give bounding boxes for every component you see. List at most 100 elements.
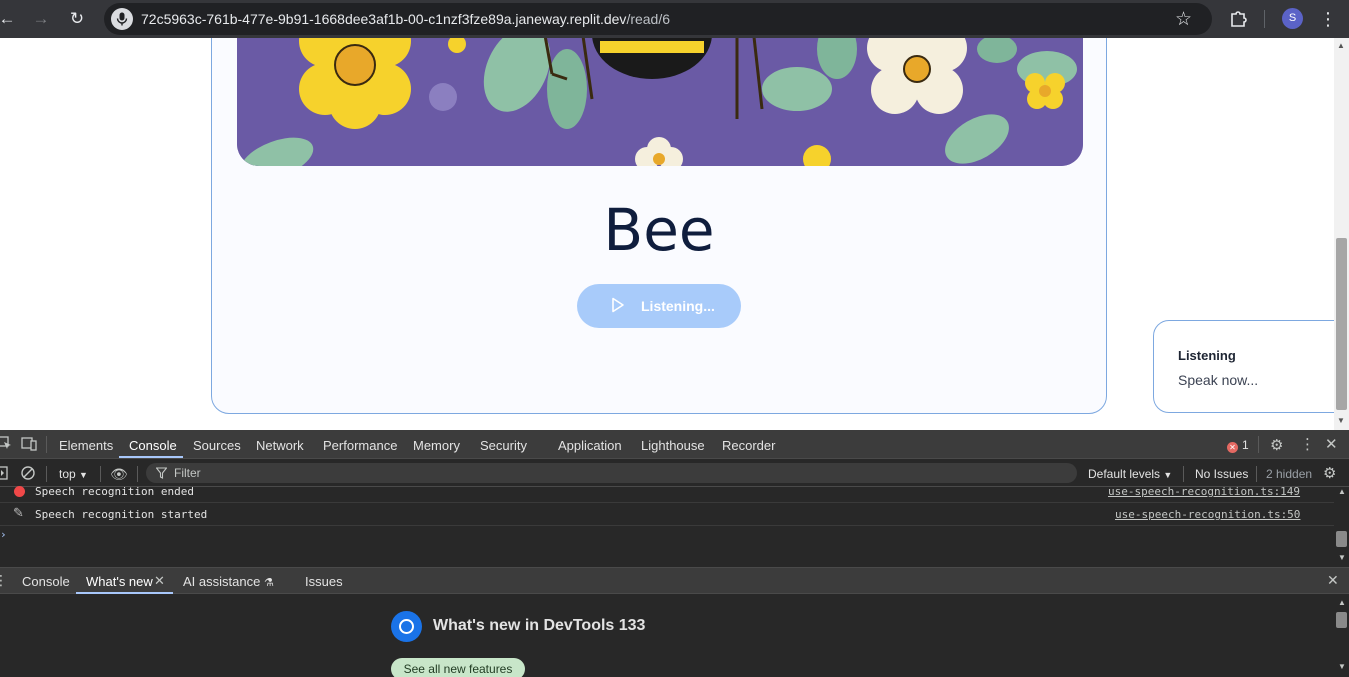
scroll-down-arrow[interactable]: ▼ <box>1338 662 1346 671</box>
tab-security[interactable]: Security <box>480 438 527 453</box>
listen-button[interactable]: Listening... <box>577 284 741 328</box>
hidden-count: 2 hidden <box>1266 467 1313 481</box>
back-icon[interactable]: ← <box>0 8 18 30</box>
chrome-logo-icon <box>391 611 422 642</box>
filter-input[interactable]: Filter <box>146 463 1077 483</box>
console-scrollbar[interactable]: ▲ ▼ <box>1334 487 1349 567</box>
toolbar-divider <box>1183 466 1184 482</box>
toolbar-divider <box>100 466 101 482</box>
tab-application[interactable]: Application <box>558 438 622 453</box>
filter-placeholder: Filter <box>174 466 201 480</box>
page-scrollbar[interactable]: ▲ ▼ <box>1334 38 1349 430</box>
bee-illustration <box>237 38 1083 166</box>
toolbar-divider <box>46 466 47 482</box>
toast-message: Speak now... <box>1178 372 1259 388</box>
toolbar-divider <box>137 466 138 482</box>
issues-link[interactable]: No Issues <box>1195 467 1248 481</box>
console-prompt-icon[interactable]: › <box>0 528 7 541</box>
play-icon <box>612 297 624 313</box>
drawer-tab-ai-assistance[interactable]: AI assistance ⚗ <box>183 574 274 589</box>
url-path: /read/6 <box>626 11 671 27</box>
close-devtools-icon[interactable]: ✕ <box>1325 435 1338 453</box>
tab-network[interactable]: Network <box>256 438 304 453</box>
error-dot-icon <box>14 486 25 497</box>
toolbar-divider <box>1256 466 1257 482</box>
inspect-element-icon[interactable] <box>0 436 12 455</box>
filter-icon <box>156 467 167 479</box>
whats-new-title: What's new in DevTools 133 <box>433 617 646 634</box>
drawer-tab-console[interactable]: Console <box>22 574 70 589</box>
drawer-tab-issues[interactable]: Issues <box>305 574 343 589</box>
chevron-down-icon: ▼ <box>1163 470 1173 480</box>
context-value: top <box>59 467 76 481</box>
tab-memory[interactable]: Memory <box>413 438 460 453</box>
toast-title: Listening <box>1178 348 1236 363</box>
scrollbar-thumb[interactable] <box>1336 238 1347 410</box>
drawer-tab-whats-new[interactable]: What's new <box>86 574 153 589</box>
drawer-scrollbar-thumb[interactable] <box>1336 612 1347 628</box>
bookmark-star-icon[interactable]: ☆ <box>1175 8 1192 31</box>
address-bar[interactable]: 72c5963c-761b-477e-9b91-1668dee3af1b-00-… <box>104 3 1212 35</box>
device-toolbar-icon[interactable] <box>21 437 37 456</box>
devtools-panel: Elements Console Sources Network Perform… <box>0 430 1349 677</box>
scroll-up-arrow[interactable]: ▲ <box>1337 41 1345 50</box>
drawer-scrollbar[interactable]: ▲ ▼ <box>1334 594 1349 677</box>
error-count-badge[interactable]: ✕ 1 <box>1227 438 1249 453</box>
context-selector[interactable]: top ▼ <box>59 467 88 481</box>
reload-icon[interactable]: ↻ <box>66 8 88 30</box>
devtools-more-icon[interactable]: ⋮ <box>1300 435 1315 453</box>
tab-performance[interactable]: Performance <box>323 438 397 453</box>
url-text[interactable]: 72c5963c-761b-477e-9b91-1668dee3af1b-00-… <box>141 11 670 27</box>
console-log-row[interactable]: ✎ Speech recognition started use-speech-… <box>0 504 1334 526</box>
microphone-icon[interactable] <box>111 8 133 30</box>
drawer-more-icon[interactable]: ⋮ <box>0 572 8 589</box>
browser-toolbar: ← → ↻ 72c5963c-761b-477e-9b91-1668dee3af… <box>0 0 1349 38</box>
scroll-down-arrow[interactable]: ▼ <box>1337 416 1345 425</box>
forward-icon[interactable]: → <box>30 8 52 30</box>
active-tab-indicator <box>119 456 183 458</box>
close-drawer-icon[interactable]: ✕ <box>1327 572 1339 589</box>
listening-toast: Listening Speak now... <box>1153 320 1349 413</box>
ai-assistance-label: AI assistance <box>183 574 261 589</box>
console-log-row-error[interactable]: Speech recognition ended use-speech-reco… <box>0 481 1334 503</box>
console-settings-icon[interactable]: ⚙ <box>1323 464 1336 482</box>
tabbar-divider-right <box>1258 436 1259 453</box>
tab-sources[interactable]: Sources <box>193 438 241 453</box>
listen-button-label: Listening... <box>641 298 715 314</box>
chrome-logo-inner <box>399 619 414 634</box>
devtools-tabbar: Elements Console Sources Network Perform… <box>0 430 1349 459</box>
tab-elements[interactable]: Elements <box>59 438 113 453</box>
log-source-link[interactable]: use-speech-recognition.ts:50 <box>1115 508 1300 521</box>
toolbar-divider <box>1264 10 1265 28</box>
chevron-down-icon: ▼ <box>79 470 88 480</box>
profile-avatar[interactable]: S <box>1282 8 1303 29</box>
tab-recorder[interactable]: Recorder <box>722 438 775 453</box>
page-viewport: Bee Listening... Listening Speak now... … <box>0 38 1349 430</box>
default-levels-dropdown[interactable]: Default levels ▼ <box>1088 467 1172 481</box>
tabbar-divider <box>46 436 47 453</box>
drawer-tabbar: ⋮ Console What's new ✕ AI assistance ⚗ I… <box>0 567 1349 594</box>
default-levels-label: Default levels <box>1088 467 1161 481</box>
log-source-link[interactable]: use-speech-recognition.ts:149 <box>1108 485 1300 498</box>
scroll-up-arrow[interactable]: ▲ <box>1338 487 1346 496</box>
word-title: Bee <box>603 196 715 264</box>
scroll-up-arrow[interactable]: ▲ <box>1338 598 1346 607</box>
console-scrollbar-thumb[interactable] <box>1336 531 1347 547</box>
see-all-features-button[interactable]: See all new features <box>391 658 525 677</box>
hammer-icon: ✎ <box>13 506 24 521</box>
tab-console[interactable]: Console <box>129 438 177 453</box>
whats-new-panel: What's new in DevTools 133 See all new f… <box>0 594 1349 677</box>
word-card: Bee Listening... <box>211 38 1107 414</box>
tab-lighthouse[interactable]: Lighthouse <box>641 438 705 453</box>
extensions-icon[interactable] <box>1229 8 1249 33</box>
log-message: Speech recognition ended <box>35 485 194 498</box>
error-count: 1 <box>1242 438 1249 452</box>
settings-gear-icon[interactable]: ⚙ <box>1270 436 1283 454</box>
url-host: 72c5963c-761b-477e-9b91-1668dee3af1b-00-… <box>141 11 627 27</box>
log-message: Speech recognition started <box>35 508 208 521</box>
more-menu-icon[interactable]: ⋮ <box>1317 8 1339 30</box>
flask-icon: ⚗ <box>263 577 274 589</box>
error-icon: ✕ <box>1227 442 1238 453</box>
close-tab-icon[interactable]: ✕ <box>154 573 165 589</box>
scroll-down-arrow[interactable]: ▼ <box>1338 553 1346 562</box>
